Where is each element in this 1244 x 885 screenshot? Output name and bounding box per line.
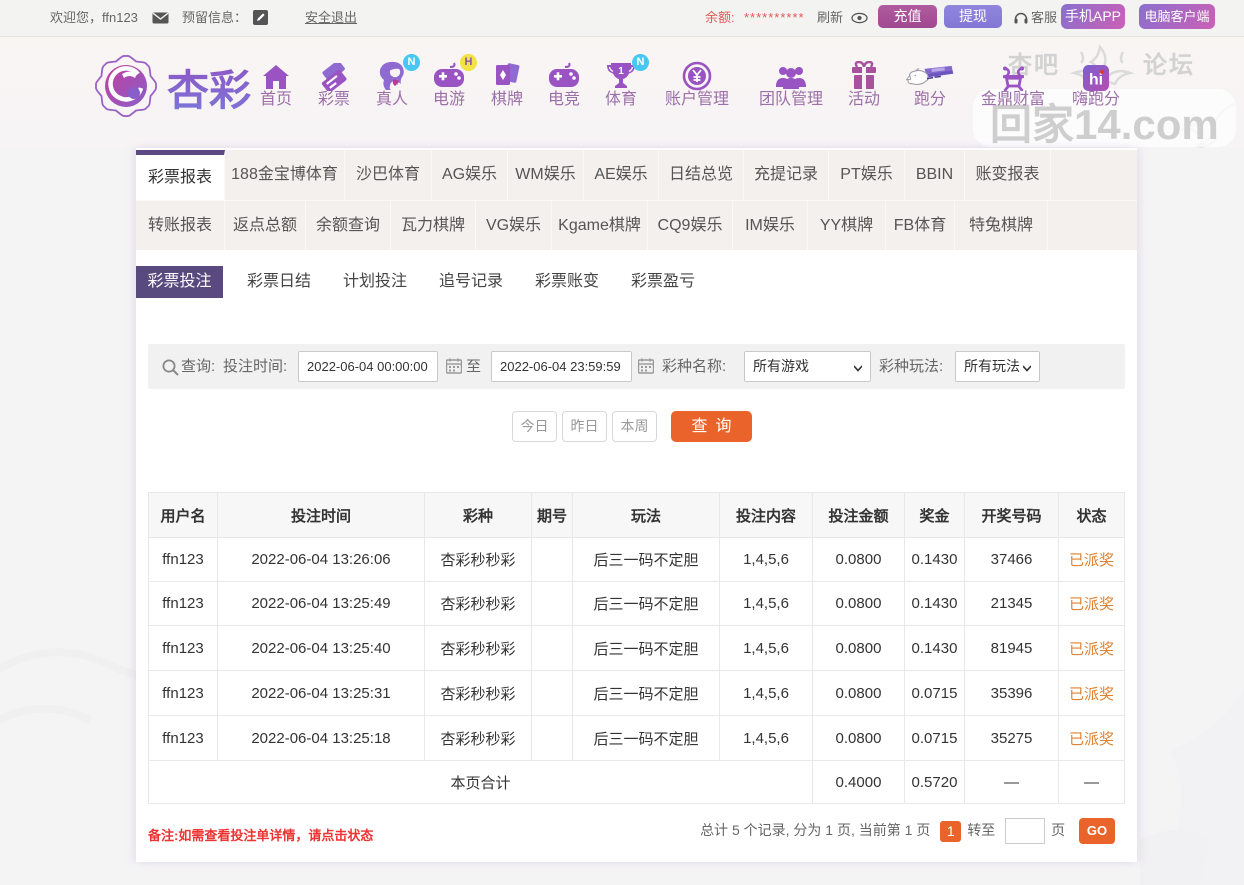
- svg-text:杏彩: 杏彩: [167, 67, 251, 114]
- svg-text:hi: hi: [1089, 72, 1103, 89]
- svg-text:1: 1: [618, 66, 624, 77]
